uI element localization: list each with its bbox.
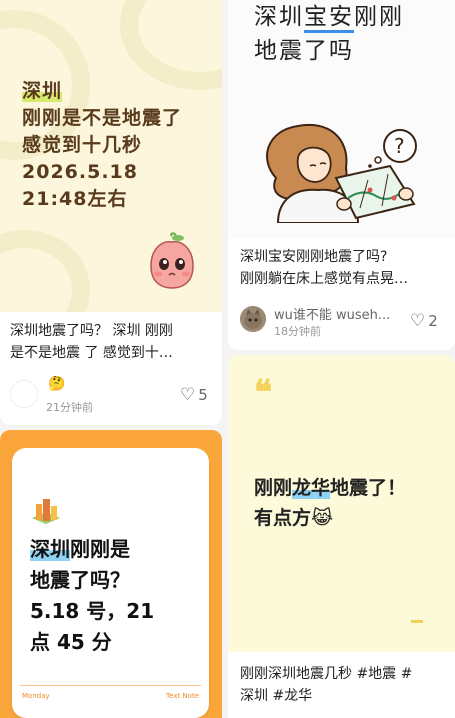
note-card-shenzhen-earthquake[interactable]: 深圳 刚刚是不是地震了 感觉到十几秒 2026.5.18 21:48左右 深圳地… (0, 0, 222, 425)
cover-highlight: 宝安 (304, 4, 354, 33)
note-card-text-note[interactable]: 深圳刚刚是 地震了吗？ 5.18 号，21 点 45 分 Monday Text… (0, 430, 222, 718)
city-buildings-icon (32, 499, 60, 524)
avatar[interactable] (240, 306, 266, 332)
note-footer-day: Monday (22, 692, 50, 700)
cover-tag: 深圳 (22, 80, 63, 102)
cover-decoration (0, 230, 90, 312)
like-button[interactable]: ♡ 5 (180, 385, 208, 405)
note-title-line: 深圳 #龙华 (240, 688, 313, 704)
heart-outline-icon: ♡ (180, 385, 196, 405)
peach-mascot-icon (150, 232, 194, 289)
note-card-baoan-earthquake[interactable]: 深圳宝安刚刚 地震了吗 ? 深圳宝安刚刚地震了吗? 刚刚躺在床上感觉有点晃… w… (228, 0, 455, 350)
note-title[interactable]: 深圳宝安刚刚地震了吗? 刚刚躺在床上感觉有点晃… (240, 246, 450, 290)
note-title-line: 是不是地震 了 感觉到十… (10, 345, 173, 361)
cover-line: 刚刚是不是地震了 (22, 107, 183, 129)
note-title-line: 深圳地震了吗？ 深圳 刚刚 (10, 323, 173, 339)
cover-decoration (120, 0, 222, 90)
cover-line: 刚刚是 (70, 537, 130, 561)
note-title-line: 深圳宝安刚刚地震了吗? (240, 249, 388, 265)
note-title[interactable]: 深圳地震了吗？ 深圳 刚刚 是不是地震 了 感觉到十… (10, 320, 215, 364)
avatar[interactable] (10, 380, 38, 408)
cover-line: 深圳 (254, 4, 304, 30)
author-name[interactable]: 🤔 (48, 376, 65, 392)
note-title-line: 刚刚躺在床上感觉有点晃… (240, 271, 408, 287)
cover-line: 地震了！ (330, 477, 407, 499)
girl-reading-map-illustration: ? (266, 123, 417, 223)
cover-text: 深圳宝安刚刚 地震了吗 (254, 0, 404, 68)
note-cover-image[interactable]: 深圳刚刚是 地震了吗？ 5.18 号，21 点 45 分 Monday Text… (12, 448, 209, 718)
note-cover-image[interactable]: ❝ 刚刚龙华地震了！ 有点方😹 (228, 355, 455, 652)
cover-highlight: 龙华 (292, 477, 331, 499)
note-card-longhua-earthquake[interactable]: ❝ 刚刚龙华地震了！ 有点方😹 刚刚深圳地震几秒 #地震 # 深圳 #龙华 (228, 355, 455, 718)
cover-line: 刚刚 (354, 4, 404, 30)
author-name[interactable]: wu谁不能 wuseh... (274, 304, 404, 323)
note-cover-image[interactable]: 深圳宝安刚刚 地震了吗 ? (228, 0, 455, 238)
note-feed: 深圳 刚刚是不是地震了 感觉到十几秒 2026.5.18 21:48左右 深圳地… (0, 0, 455, 718)
svg-text:?: ? (394, 134, 405, 158)
cover-line: 地震了吗 (254, 38, 354, 64)
cover-line: 有点方😹 (254, 507, 334, 529)
cover-line: 地震了吗？ (30, 568, 130, 592)
heart-outline-icon: ♡ (410, 311, 426, 331)
cover-highlight: 深圳 (30, 537, 70, 561)
cover-text: 刚刚龙华地震了！ 有点方😹 (254, 473, 444, 533)
cover-line: 21:48左右 (22, 188, 128, 210)
post-time: 21分钟前 (46, 401, 93, 414)
post-time: 18分钟前 (274, 325, 321, 338)
cover-line: 感觉到十几秒 (22, 134, 143, 156)
cover-line: 2026.5.18 (22, 161, 138, 183)
note-title[interactable]: 刚刚深圳地震几秒 #地震 # 深圳 #龙华 (240, 663, 452, 707)
divider (20, 685, 201, 686)
note-footer-label: Text Note (166, 692, 199, 700)
cover-line: 5.18 号，21 (30, 599, 155, 623)
cover-decoration (411, 620, 423, 623)
cover-text: 深圳 刚刚是不是地震了 感觉到十几秒 2026.5.18 21:48左右 (22, 78, 212, 213)
like-button[interactable]: ♡ 2 (410, 311, 438, 331)
note-cover-image[interactable]: 深圳 刚刚是不是地震了 感觉到十几秒 2026.5.18 21:48左右 (0, 0, 222, 312)
cat-avatar-icon (240, 306, 266, 332)
quote-mark-icon: ❝ (254, 373, 273, 413)
cover-line: 刚刚 (254, 477, 293, 499)
like-count: 2 (428, 312, 438, 330)
like-count: 5 (198, 386, 208, 404)
cover-text: 深圳刚刚是 地震了吗？ 5.18 号，21 点 45 分 (30, 534, 200, 658)
note-title-line: 刚刚深圳地震几秒 #地震 # (240, 666, 413, 682)
cover-line: 点 45 分 (30, 630, 112, 654)
